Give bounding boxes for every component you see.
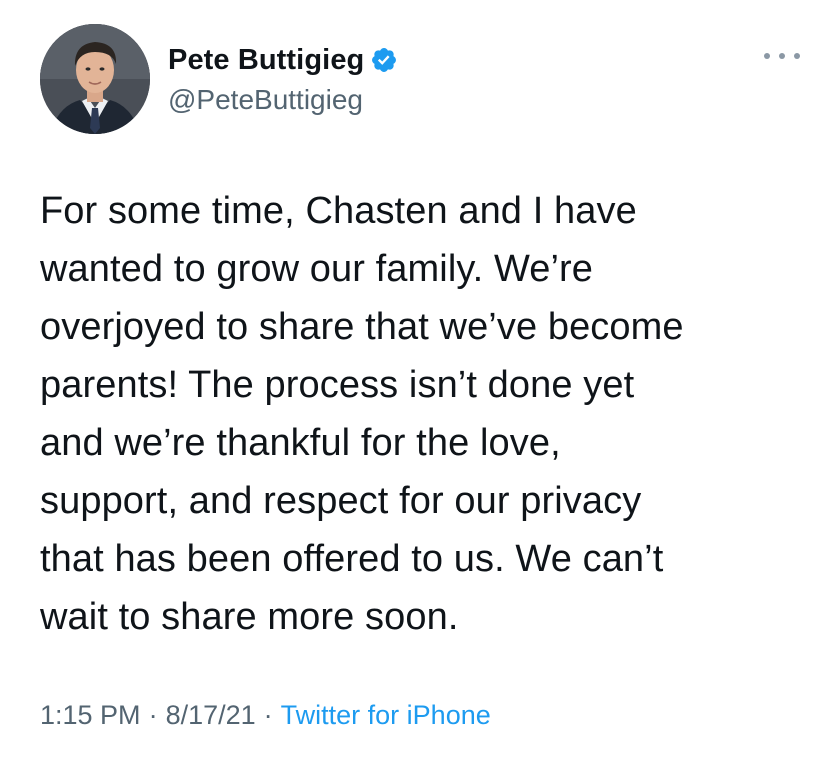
tweet-text-line: that has been offered to us. We can’t [40,538,664,580]
meta-separator: · [148,700,158,730]
display-name-row: Pete Buttigieg [168,42,398,78]
tweet-card: Pete Buttigieg @PeteButtigieg For some t… [0,0,828,762]
author-display-name[interactable]: Pete Buttigieg [168,44,364,77]
tweet-text-line: support, and respect for our privacy [40,480,642,522]
tweet-header: Pete Buttigieg @PeteButtigieg [40,24,398,134]
author-names: Pete Buttigieg @PeteButtigieg [168,42,398,116]
more-dot [764,53,770,59]
avatar-image [40,24,150,134]
tweet-date[interactable]: 8/17/21 [166,700,256,730]
tweet-text-line: overjoyed to share that we’ve become [40,306,684,348]
tweet-text-line: For some time, Chasten and I have [40,190,637,232]
more-options-icon[interactable] [764,46,800,66]
tweet-text-line: parents! The process isn’t done yet [40,364,635,406]
tweet-text-line: wait to share more soon. [40,596,459,638]
tweet-source-link[interactable]: Twitter for iPhone [281,700,491,730]
tweet-text-line: and we’re thankful for the love, [40,422,561,464]
tweet-metadata: 1:15 PM · 8/17/21 · Twitter for iPhone [40,700,491,731]
more-dot [779,53,785,59]
meta-separator: · [263,700,273,730]
tweet-text: For some time, Chasten and I have wanted… [40,182,800,646]
avatar[interactable] [40,24,150,134]
more-dot [794,53,800,59]
verified-badge-icon [370,46,398,74]
author-handle[interactable]: @PeteButtigieg [168,84,398,116]
tweet-text-line: wanted to grow our family. We’re [40,248,594,290]
tweet-time[interactable]: 1:15 PM [40,700,141,730]
